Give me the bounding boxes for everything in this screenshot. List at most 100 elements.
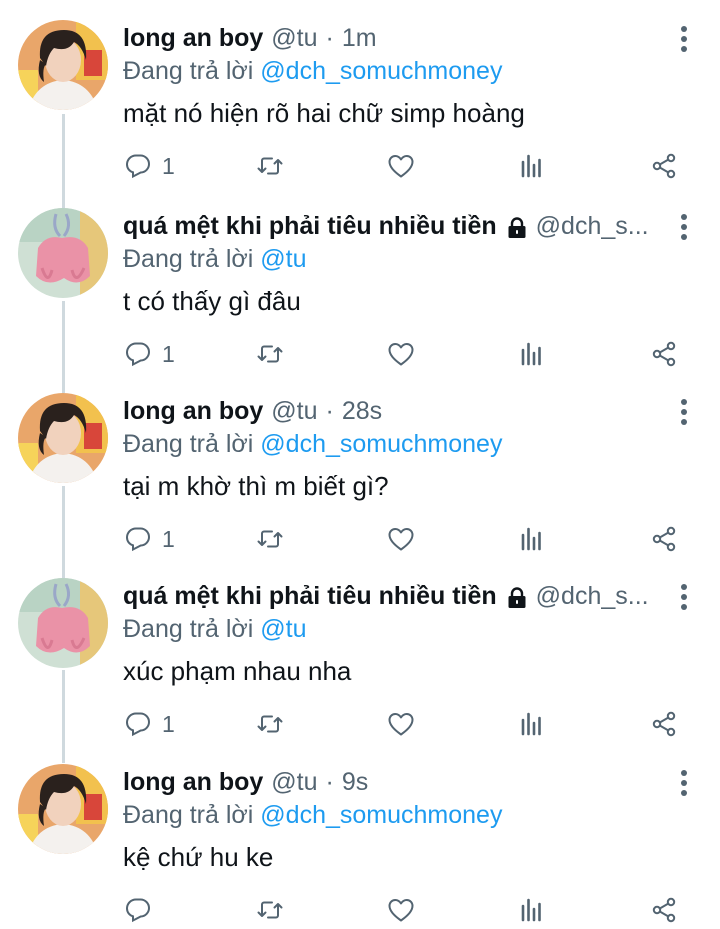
action-bar: 1	[0, 521, 720, 557]
more-vertical-icon[interactable]	[678, 214, 690, 240]
user-handle[interactable]: @dch_s...	[536, 578, 649, 614]
reply-icon	[124, 340, 152, 368]
reply-icon	[124, 152, 152, 180]
reply-button[interactable]: 1	[124, 148, 175, 184]
like-button[interactable]	[387, 521, 415, 557]
heart-icon	[387, 340, 415, 368]
views-button[interactable]	[518, 148, 546, 184]
display-name[interactable]: long an boy	[123, 393, 263, 429]
views-icon	[518, 525, 546, 553]
retweet-button[interactable]	[256, 148, 284, 184]
tweet-text: kệ chứ hu ke	[123, 842, 274, 872]
tweet-text: tại m khờ thì m biết gì?	[123, 471, 389, 501]
reply-button[interactable]: 1	[124, 521, 175, 557]
share-icon	[650, 152, 678, 180]
reply-icon	[124, 896, 152, 924]
more-vertical-icon[interactable]	[678, 26, 690, 52]
timestamp[interactable]: 9s	[342, 764, 368, 800]
like-button[interactable]	[387, 706, 415, 742]
tweet-header: long an boy @tu · 1m	[123, 20, 660, 56]
retweet-icon	[256, 340, 284, 368]
mention-link[interactable]: @dch_somuchmoney	[260, 430, 502, 458]
display-name[interactable]: long an boy	[123, 764, 263, 800]
reply-count: 1	[162, 152, 175, 179]
share-icon	[650, 340, 678, 368]
user-handle[interactable]: @dch_s...	[536, 208, 649, 244]
avatar[interactable]	[18, 764, 108, 854]
like-button[interactable]	[387, 148, 415, 184]
like-button[interactable]	[387, 892, 415, 928]
replying-to: Đang trả lời @tu	[123, 242, 307, 276]
tweet-header: long an boy @tu · 9s	[123, 764, 660, 800]
retweet-button[interactable]	[256, 706, 284, 742]
retweet-icon	[256, 525, 284, 553]
avatar[interactable]	[18, 578, 108, 668]
share-button[interactable]	[650, 148, 678, 184]
action-bar	[0, 892, 720, 928]
boy-avatar	[18, 20, 108, 110]
user-handle[interactable]: @tu	[271, 764, 317, 800]
action-bar: 1	[0, 336, 720, 372]
separator-dot: ·	[325, 768, 334, 796]
action-bar: 1	[0, 148, 720, 184]
reply-count: 1	[162, 710, 175, 737]
mention-link[interactable]: @tu	[260, 245, 306, 273]
heart-icon	[387, 525, 415, 553]
reply-icon	[124, 525, 152, 553]
reply-icon	[124, 710, 152, 738]
lock-icon	[505, 214, 529, 238]
user-handle[interactable]: @tu	[271, 20, 317, 56]
share-button[interactable]	[650, 892, 678, 928]
tweet-text: xúc phạm nhau nha	[123, 656, 352, 686]
share-icon	[650, 896, 678, 924]
views-button[interactable]	[518, 336, 546, 372]
retweet-button[interactable]	[256, 336, 284, 372]
boy-avatar	[18, 764, 108, 854]
user-handle[interactable]: @tu	[271, 393, 317, 429]
avatar[interactable]	[18, 20, 108, 110]
display-name[interactable]: long an boy	[123, 20, 263, 56]
separator-dot: ·	[325, 397, 334, 425]
views-icon	[518, 152, 546, 180]
heart-icon	[387, 710, 415, 738]
mention-link[interactable]: @tu	[260, 615, 306, 643]
tweet-header: long an boy @tu · 28s	[123, 393, 660, 429]
bunny-avatar	[18, 578, 108, 668]
views-icon	[518, 340, 546, 368]
avatar[interactable]	[18, 208, 108, 298]
retweet-icon	[256, 896, 284, 924]
retweet-button[interactable]	[256, 521, 284, 557]
reply-button[interactable]	[124, 892, 152, 928]
reply-count: 1	[162, 525, 175, 552]
share-button[interactable]	[650, 336, 678, 372]
like-button[interactable]	[387, 336, 415, 372]
retweet-button[interactable]	[256, 892, 284, 928]
reply-button[interactable]: 1	[124, 706, 175, 742]
retweet-icon	[256, 152, 284, 180]
replying-to-label: Đang trả lời	[123, 57, 254, 85]
timestamp[interactable]: 1m	[342, 20, 377, 56]
more-vertical-icon[interactable]	[678, 399, 690, 425]
share-button[interactable]	[650, 521, 678, 557]
replying-to-label: Đang trả lời	[123, 801, 254, 829]
lock-icon	[505, 584, 529, 608]
mention-link[interactable]: @dch_somuchmoney	[260, 801, 502, 829]
display-name[interactable]: quá mệt khi phải tiêu nhiều tiền	[123, 578, 497, 614]
views-button[interactable]	[518, 706, 546, 742]
separator-dot: ·	[325, 24, 334, 52]
reply-count: 1	[162, 340, 175, 367]
share-button[interactable]	[650, 706, 678, 742]
share-icon	[650, 710, 678, 738]
avatar[interactable]	[18, 393, 108, 483]
reply-button[interactable]: 1	[124, 336, 175, 372]
display-name[interactable]: quá mệt khi phải tiêu nhiều tiền	[123, 208, 497, 244]
mention-link[interactable]: @dch_somuchmoney	[260, 57, 502, 85]
tweet-header: quá mệt khi phải tiêu nhiều tiền @dch_s.…	[123, 208, 660, 244]
timestamp[interactable]: 28s	[342, 393, 382, 429]
views-button[interactable]	[518, 521, 546, 557]
tweet-header: quá mệt khi phải tiêu nhiều tiền @dch_s.…	[123, 578, 660, 614]
views-button[interactable]	[518, 892, 546, 928]
views-icon	[518, 710, 546, 738]
more-vertical-icon[interactable]	[678, 770, 690, 796]
more-vertical-icon[interactable]	[678, 584, 690, 610]
